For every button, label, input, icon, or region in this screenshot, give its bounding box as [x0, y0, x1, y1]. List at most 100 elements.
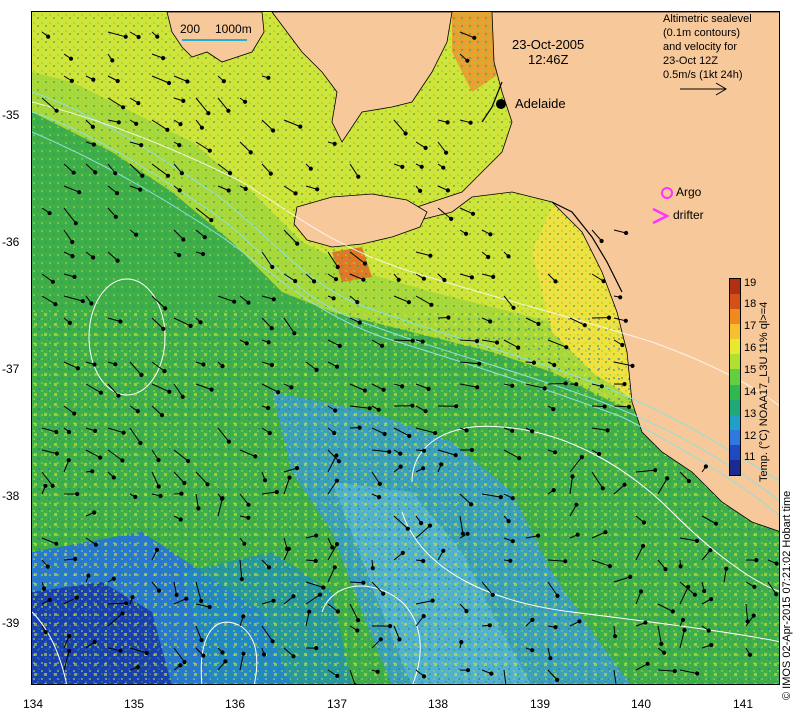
velocity-arrow-head — [453, 453, 458, 458]
velocity-arrow-head — [241, 614, 246, 619]
velocity-arrow-head — [161, 326, 166, 331]
velocity-arrow-head — [708, 548, 713, 553]
velocity-arrow-head — [678, 564, 683, 569]
velocity-arrow-head — [530, 617, 535, 623]
velocity-arrow-head — [270, 264, 275, 270]
velocity-arrow — [393, 339, 413, 342]
velocity-arrow-head — [47, 597, 52, 603]
argo-legend-label: Argo — [676, 185, 702, 199]
velocity-arrow-head — [508, 558, 513, 563]
velocity-arrow-head — [622, 382, 627, 387]
velocity-arrow-head — [682, 628, 687, 633]
velocity-arrow-head — [388, 624, 393, 629]
colorbar-segment — [730, 279, 740, 296]
velocity-arrow-head — [186, 458, 191, 464]
velocity-arrow-head — [396, 277, 401, 282]
velocity-arrow-head — [724, 566, 729, 571]
velocity-arrow-head — [181, 98, 186, 104]
colorbar-tick: 12 — [744, 430, 757, 442]
colorbar-segment — [730, 414, 740, 431]
velocity-arrow-head — [111, 576, 116, 581]
lat-tick-label: -38 — [2, 489, 20, 503]
velocity-arrow-head — [421, 674, 427, 679]
colorbar-tick: 18 — [744, 298, 757, 310]
velocity-arrow-head — [199, 638, 204, 643]
velocity-arrow-head — [445, 188, 450, 193]
velocity-arrow-head — [54, 108, 59, 113]
velocity-arrow-head — [747, 652, 753, 657]
velocity-arrow-head — [356, 618, 361, 623]
velocity-arrow-head — [423, 145, 428, 150]
velocity-arrow-head — [464, 609, 469, 614]
velocity-arrow-head — [166, 80, 172, 86]
velocity-arrow-head — [98, 455, 103, 460]
velocity-arrow-head — [645, 661, 650, 666]
lon-tick-label: 139 — [529, 697, 551, 711]
velocity-arrow-head — [446, 315, 451, 320]
velocity-arrow-head — [121, 430, 126, 435]
velocity-arrow-head — [90, 124, 96, 130]
velocity-arrow-head — [181, 237, 186, 242]
velocity-arrow-head — [270, 639, 275, 644]
velocity-arrow-head — [662, 650, 667, 655]
velocity-arrow-head — [307, 609, 312, 614]
velocity-arrow-head — [709, 642, 714, 648]
velocity-arrow-head — [381, 387, 386, 392]
velocity-arrow-head — [641, 520, 647, 525]
colorbar-tick: 11 — [744, 451, 756, 463]
velocity-arrow-head — [680, 617, 686, 623]
velocity-arrow-head — [663, 567, 668, 572]
velocity-arrow-head — [246, 502, 251, 507]
velocity-arrow-head — [75, 491, 80, 497]
velocity-arrow-head — [551, 488, 556, 493]
velocity-arrow-head — [66, 458, 71, 463]
velocity-arrow-head — [488, 232, 493, 237]
velocity-arrow-head — [536, 321, 541, 326]
lon-tick-label: 137 — [326, 697, 348, 711]
lon-tick-label: 134 — [22, 697, 44, 711]
velocity-arrow-head — [459, 640, 464, 645]
velocity-arrow-head — [124, 601, 129, 606]
velocity-arrow-head — [510, 428, 515, 433]
velocity-arrow-head — [286, 546, 291, 552]
velocity-arrow-head — [423, 409, 428, 414]
velocity-arrow-head — [269, 326, 274, 331]
velocity-arrow-head — [474, 339, 480, 344]
velocity-arrow-head — [267, 430, 272, 436]
velocity-arrow-head — [754, 558, 759, 563]
velocity-arrow-head — [155, 34, 160, 39]
lon-tick-label: 135 — [123, 697, 145, 711]
velocity-arrow-head — [139, 372, 144, 377]
sst-map[interactable] — [31, 11, 780, 685]
velocity-arrow-head — [223, 659, 228, 664]
velocity-arrow-head — [75, 366, 81, 371]
velocity-arrow-head — [511, 305, 516, 310]
velocity-arrow-head — [134, 232, 139, 237]
scale-bar-label-left: 200 — [180, 22, 201, 36]
velocity-arrow-head — [182, 481, 187, 486]
velocity-arrow-head — [563, 381, 568, 386]
velocity-arrow-head — [330, 545, 335, 550]
velocity-arrow-head — [156, 588, 162, 593]
colorbar — [729, 278, 741, 476]
velocity-arrow-head — [491, 274, 496, 279]
velocity-arrow-head — [643, 620, 648, 625]
velocity-arrow-head — [460, 531, 465, 536]
velocity-arrow-head — [672, 669, 677, 674]
velocity-arrow-head — [553, 450, 558, 455]
velocity-arrow-head — [375, 669, 380, 674]
velocity-arrow-head — [200, 251, 206, 257]
velocity-arrow-head — [246, 300, 251, 305]
velocity-arrow-head — [751, 613, 756, 618]
velocity-arrow-head — [130, 595, 135, 600]
velocity-arrow-head — [702, 588, 707, 594]
velocity-arrow-head — [332, 565, 337, 570]
velocity-arrow-head — [313, 558, 318, 564]
velocity-arrow-head — [199, 125, 204, 130]
velocity-arrow-head — [156, 457, 161, 463]
adelaide-label: Adelaide — [515, 96, 566, 111]
legend-line-1: Altimetric sealevel — [663, 13, 752, 25]
velocity-arrow-head — [410, 338, 415, 343]
velocity-arrow-head — [607, 564, 613, 569]
velocity-arrow-head — [246, 515, 251, 520]
